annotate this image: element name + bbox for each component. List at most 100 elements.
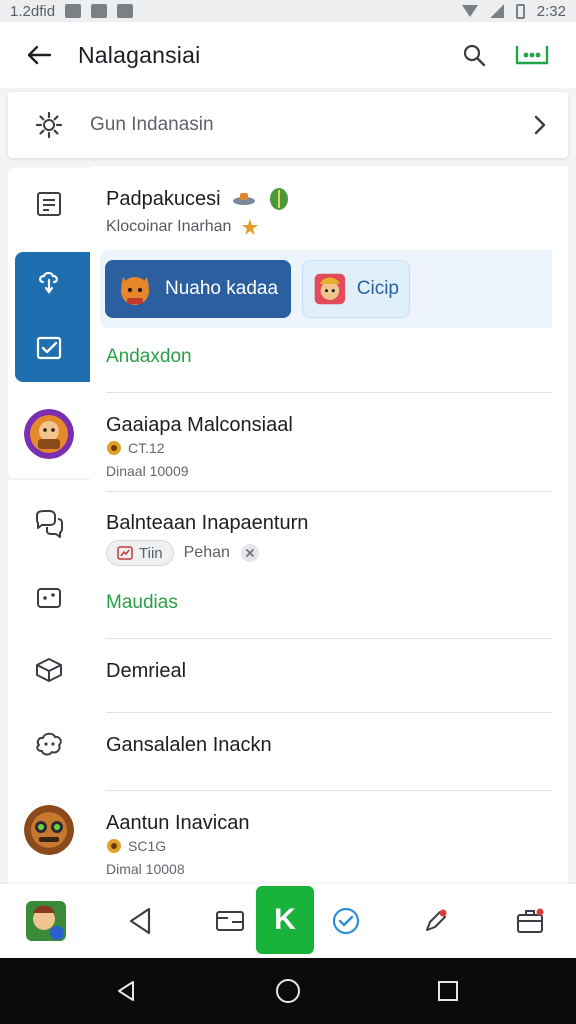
page-title: Nalagansiai <box>78 41 201 68</box>
item-demrieal[interactable]: Demrieal <box>106 660 552 683</box>
triangle-back-icon <box>129 907 151 935</box>
battery-icon <box>515 3 525 19</box>
checkbox-icon <box>36 336 62 360</box>
chart-icon <box>117 546 133 560</box>
coin-icon <box>107 839 121 853</box>
system-home-icon <box>276 979 300 1003</box>
item-gansalalen[interactable]: Gansalalen Inackn <box>106 734 552 757</box>
bottom-nav: K <box>0 884 576 958</box>
divider <box>106 790 552 791</box>
status-time: 2:32 <box>536 2 566 20</box>
close-icon[interactable] <box>240 543 260 563</box>
block2-tags: Tiin Pehan <box>106 540 552 566</box>
briefcase-icon <box>517 908 544 933</box>
message-icon <box>91 4 108 18</box>
game1-title[interactable]: Gaaiapa Malconsiaal <box>106 414 552 437</box>
system-back-button[interactable] <box>104 969 148 1013</box>
bug-icon <box>36 732 62 756</box>
block2-tag: Pehan <box>183 544 230 561</box>
nav-back[interactable] <box>110 884 170 958</box>
divider <box>106 491 552 492</box>
nav-center-label: K <box>274 903 296 936</box>
game2-stat-row: SC1G <box>106 838 552 854</box>
hero-avatar-icon <box>314 273 346 305</box>
chip-strip: Nuaho kadaa Cicip <box>100 250 552 328</box>
avatar <box>24 409 74 459</box>
section-header: Padpakucesi <box>106 186 552 212</box>
system-recents-button[interactable] <box>426 969 470 1013</box>
system-nav-bar <box>0 958 576 1024</box>
document-icon <box>37 192 61 216</box>
coin-icon <box>107 441 121 455</box>
divider <box>106 712 552 713</box>
nav-pen[interactable] <box>406 884 466 958</box>
chip-primary[interactable]: Nuaho kadaa <box>105 260 291 318</box>
nav-center-k[interactable]: K <box>256 886 314 954</box>
rail-item-chat[interactable] <box>8 490 90 558</box>
block2-title[interactable]: Balnteaan Inapaenturn <box>106 512 552 535</box>
more-button[interactable] <box>510 33 554 77</box>
system-home-button[interactable] <box>266 969 310 1013</box>
app-bar: Nalagansiai <box>0 22 576 88</box>
search-button[interactable] <box>452 33 496 77</box>
signal-icon <box>489 4 504 18</box>
game2-stat: SC1G <box>128 838 167 854</box>
side-rail <box>8 168 90 884</box>
status-left-text: 1.2dfid <box>10 2 56 20</box>
avatar <box>24 805 74 855</box>
link-cloud-icon <box>39 271 58 294</box>
status-bar: 1.2dfid 2:32 <box>0 0 576 22</box>
rail-item-game-avatar[interactable] <box>8 400 90 468</box>
arrow-left-icon <box>27 45 52 65</box>
rail-item-dice[interactable] <box>8 564 90 632</box>
link-maudias[interactable]: Maudias <box>106 592 552 614</box>
leaf-icon <box>269 188 288 210</box>
game2-meta: Dimal 10008 <box>106 861 185 877</box>
rail-item-link[interactable] <box>8 248 90 316</box>
chip-secondary-label: Cicip <box>356 278 399 299</box>
back-button[interactable] <box>0 22 78 88</box>
pen-icon <box>426 909 447 931</box>
wifi-icon <box>461 5 478 17</box>
rail-item-bug[interactable] <box>8 710 90 778</box>
box-icon <box>36 658 62 682</box>
fox-avatar-icon <box>121 277 149 305</box>
link-andaxdon[interactable]: Andaxdon <box>106 346 552 368</box>
screen-icon <box>216 911 244 931</box>
section-header-title: Padpakucesi <box>106 187 221 210</box>
nav-check[interactable] <box>316 884 376 958</box>
more-dots-icon <box>515 45 549 65</box>
system-recents-icon <box>438 981 458 1001</box>
game-avatar-image <box>24 409 74 459</box>
bot-avatar-image <box>24 805 74 855</box>
chip-secondary[interactable]: Cicip <box>302 260 410 318</box>
game2-title[interactable]: Aantun Inavican <box>106 812 552 835</box>
settings-search-row[interactable]: Gun Indanasin <box>8 92 568 158</box>
rail-item-box[interactable] <box>8 636 90 704</box>
divider <box>106 638 552 639</box>
toy-icon <box>232 193 255 205</box>
nav-game-avatar[interactable] <box>16 884 76 958</box>
calendar-icon <box>117 4 134 18</box>
chip-primary-label: Nuaho kadaa <box>165 278 279 299</box>
section-header-sub: Klocoinar Inarhan <box>106 218 552 236</box>
rail-item-checkbox[interactable] <box>8 314 90 382</box>
system-back-icon <box>118 981 134 1001</box>
content-panel: Padpakucesi Klocoinar Inarhan Nuaho kada… <box>90 166 568 884</box>
block2-pill-label: Tiin <box>139 544 163 562</box>
search-icon <box>463 44 486 67</box>
game-avatar-icon <box>26 901 66 941</box>
rail-item-bot-avatar[interactable] <box>8 796 90 864</box>
notification-icon <box>65 4 82 18</box>
check-circle-icon <box>332 907 360 935</box>
dice-icon <box>37 588 61 608</box>
chat-icon <box>36 510 63 538</box>
nav-screen[interactable] <box>200 884 260 958</box>
block2-pill[interactable]: Tiin <box>106 540 174 566</box>
star-icon <box>242 219 259 235</box>
game1-meta: Dinaal 10009 <box>106 463 189 479</box>
nav-briefcase[interactable] <box>500 884 560 958</box>
section-header-subtitle: Klocoinar Inarhan <box>106 218 232 235</box>
rail-item-document[interactable] <box>8 170 90 238</box>
chevron-right-icon <box>534 115 546 135</box>
